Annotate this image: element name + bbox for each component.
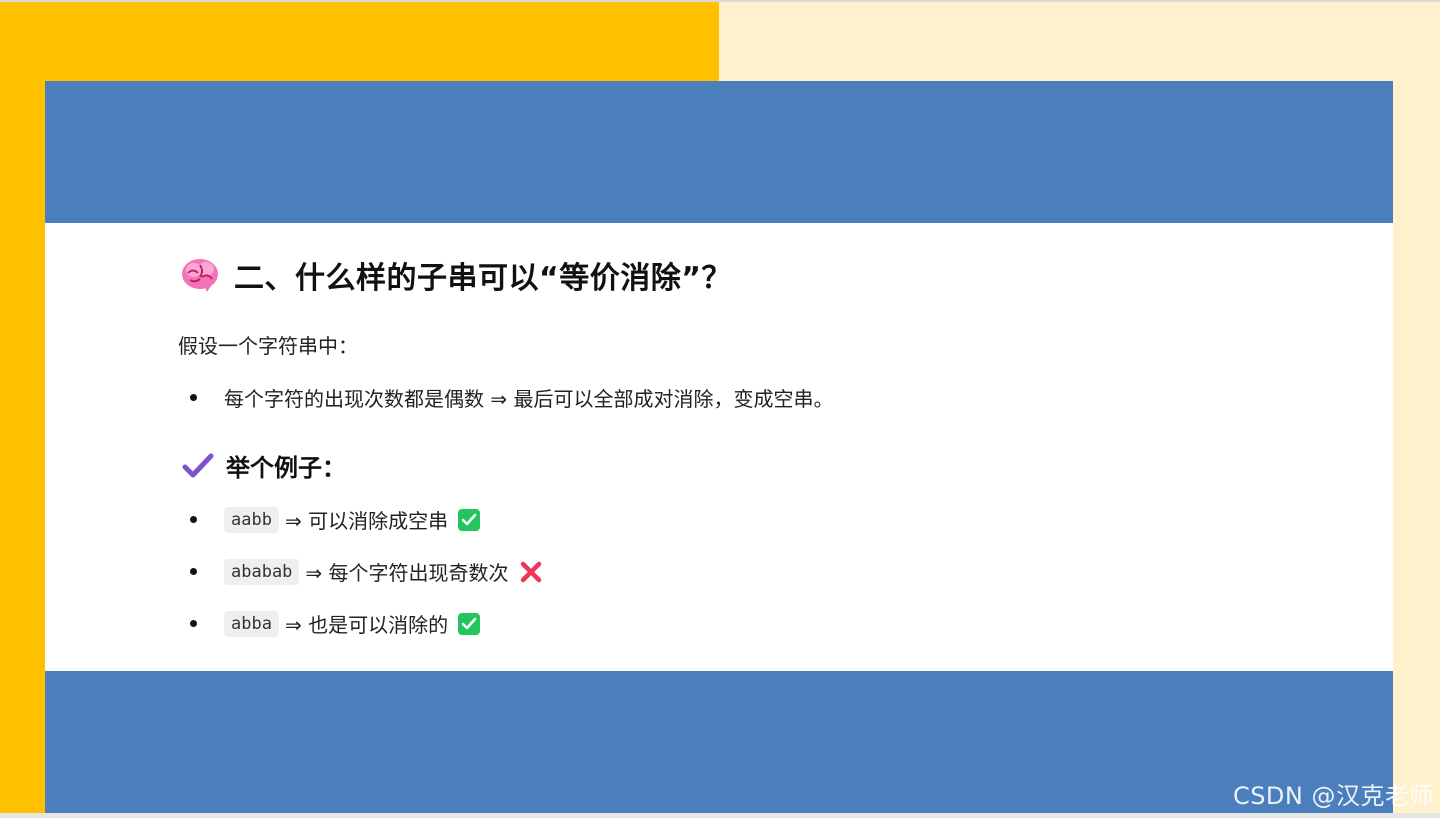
top-blue-band — [45, 81, 1393, 223]
bullet-dot — [190, 620, 197, 627]
content-panel: 二、什么样的子串可以“等价消除”？ 假设一个字符串中： 每个字符的出现次数都是偶… — [45, 223, 1393, 671]
brain-icon — [182, 259, 218, 292]
intro-text: 假设一个字符串中： — [178, 334, 358, 358]
top-border — [0, 0, 1440, 2]
example-item-2: ababab ⇒ 每个字符出现奇数次 — [190, 557, 543, 586]
bottom-blue-band — [45, 671, 1393, 813]
page-title: 二、什么样的子串可以“等价消除”？ — [234, 261, 732, 296]
bullet-dot — [190, 394, 197, 401]
check-box-icon — [458, 612, 481, 635]
code-snippet: aabb — [224, 506, 279, 533]
rule-list-item: 每个字符的出现次数都是偶数 ⇒ 最后可以全部成对消除，变成空串。 — [190, 383, 833, 412]
check-box-icon — [458, 508, 481, 531]
example-text: ⇒ 可以消除成空串 — [284, 509, 449, 533]
cross-mark-icon — [520, 561, 541, 582]
code-snippet: ababab — [224, 558, 300, 585]
example-item-3: abba ⇒ 也是可以消除的 — [190, 609, 481, 638]
example-text: ⇒ 每个字符出现奇数次 — [305, 561, 509, 585]
rule-text: 每个字符的出现次数都是偶数 ⇒ 最后可以全部成对消除，变成空串。 — [224, 387, 834, 411]
bottom-border — [0, 813, 1440, 818]
code-snippet: abba — [224, 610, 279, 637]
bullet-dot — [190, 568, 197, 575]
section-heading: 二、什么样的子串可以“等价消除”？ — [180, 253, 732, 297]
heavy-check-icon — [182, 453, 214, 477]
watermark: CSDN @汉克老师 — [1232, 782, 1434, 810]
example-text: ⇒ 也是可以消除的 — [284, 613, 449, 637]
examples-heading: 举个例子： — [182, 448, 346, 483]
examples-title: 举个例子： — [226, 454, 346, 482]
bullet-dot — [190, 516, 197, 523]
slide-canvas: 二、什么样的子串可以“等价消除”？ 假设一个字符串中： 每个字符的出现次数都是偶… — [0, 0, 1440, 818]
example-item-1: aabb ⇒ 可以消除成空串 — [190, 505, 481, 534]
